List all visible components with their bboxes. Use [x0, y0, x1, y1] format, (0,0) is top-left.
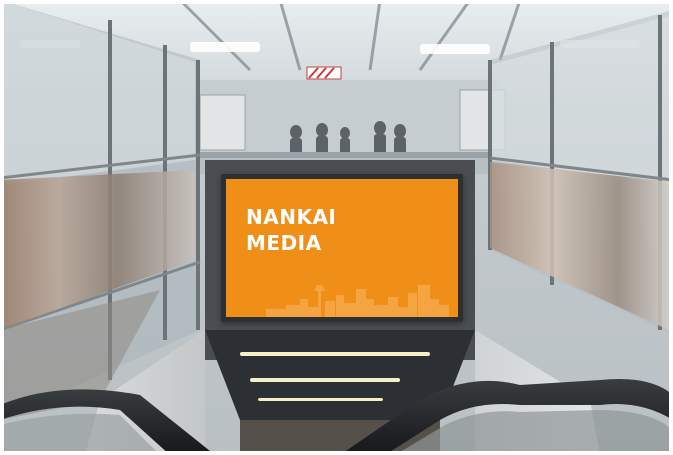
city-skyline-icon [266, 285, 449, 317]
nankai-media-billboard: NANKAI MEDIA [221, 174, 463, 322]
station-escalator-scene: NANKAI MEDIA [0, 0, 673, 455]
billboard-title-line2: MEDIA [246, 231, 322, 255]
billboard-title-line1: NANKAI [246, 205, 337, 229]
billboard-screen: NANKAI MEDIA [226, 179, 458, 317]
billboard-title: NANKAI MEDIA [246, 204, 336, 256]
